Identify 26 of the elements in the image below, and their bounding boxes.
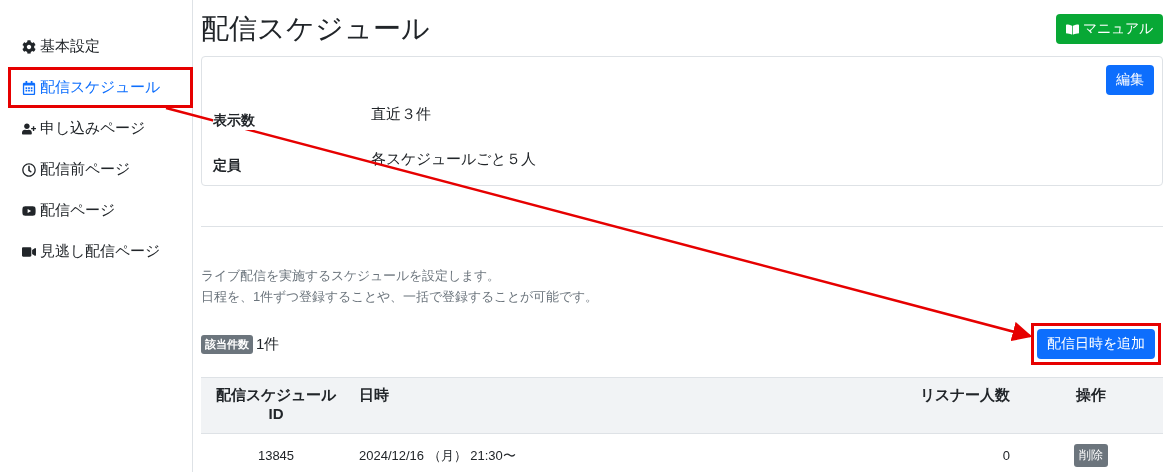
delete-button[interactable]: 削除 (1073, 444, 1108, 467)
count-value: 1件 (256, 334, 280, 354)
setting-value: 直近３件 (371, 105, 431, 124)
add-schedule-button[interactable]: 配信日時を追加 (1037, 329, 1155, 359)
column-header: リスナー人数 (898, 377, 1018, 434)
count-badge: 該当件数 (201, 334, 253, 354)
column-header: 操作 (1018, 377, 1163, 434)
description-text: ライブ配信を実施するスケジュールを設定します。 (201, 267, 501, 285)
edit-button[interactable]: 編集 (1106, 65, 1154, 95)
table-cell: 2024/12/16 （月） 21:30〜 (351, 433, 898, 472)
description-text: 日程を、1件ずつ登録することや、一括で登録することが可能です。 (201, 288, 600, 306)
column-header: 配信スケジュール ID (201, 377, 351, 434)
setting-label: 表示数 (213, 111, 255, 130)
sidebar-icon (22, 80, 36, 95)
table-cell: 0 (898, 433, 1018, 472)
sidebar-icon (22, 121, 36, 136)
sidebar-icon (22, 244, 36, 259)
page-title: 配信スケジュール (201, 12, 430, 46)
sidebar-item[interactable]: 配信スケジュール (8, 67, 193, 108)
setting-label: 定員 (213, 156, 241, 175)
book-icon (1066, 22, 1079, 36)
sidebar-icon (22, 39, 36, 54)
column-header: 日時 (351, 377, 898, 434)
sidebar-icon (22, 162, 36, 177)
sidebar-icon (22, 203, 36, 218)
table-cell: 13845 (201, 433, 351, 472)
